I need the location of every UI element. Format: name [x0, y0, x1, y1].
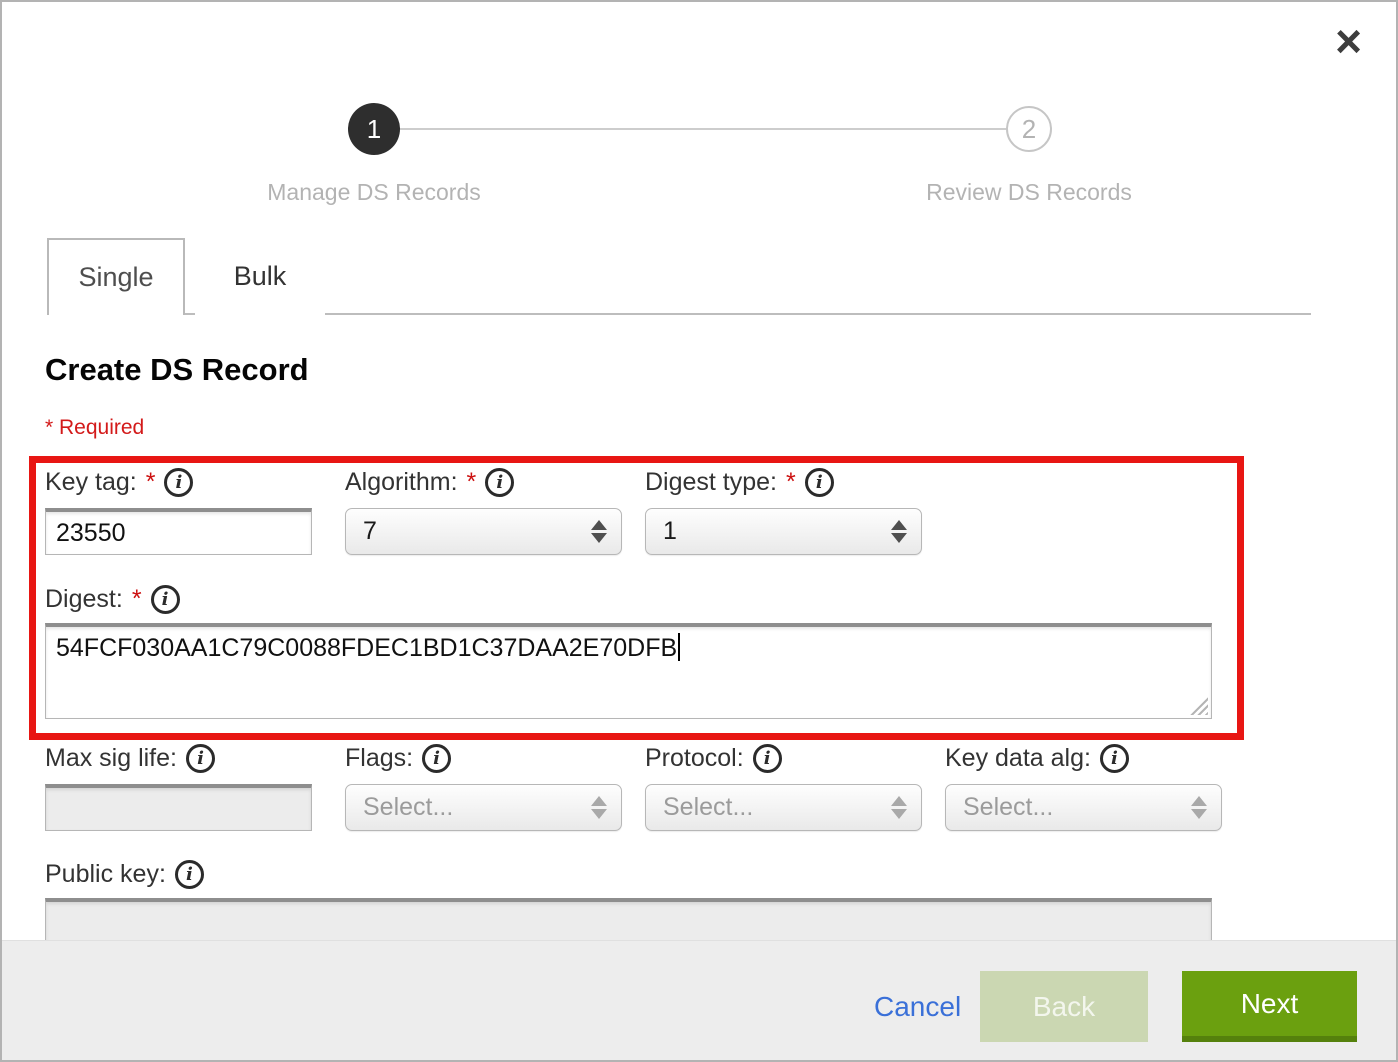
step-2-indicator: 2 [1006, 106, 1052, 152]
info-circle-icon[interactable] [151, 585, 180, 614]
info-circle-icon[interactable] [164, 468, 193, 497]
flags-field: Flags: Select... [345, 744, 622, 831]
info-circle-icon[interactable] [1100, 744, 1129, 773]
select-arrows-icon [891, 517, 907, 546]
digest-label: Digest: [45, 585, 123, 614]
info-circle-icon[interactable] [422, 744, 451, 773]
next-button[interactable]: Next [1182, 971, 1357, 1042]
algorithm-required-asterisk: * [467, 468, 477, 497]
required-note: * Required [45, 416, 144, 440]
key-tag-field: Key tag: * [45, 468, 312, 555]
text-caret [678, 633, 680, 661]
stepper-connector-line [382, 128, 1027, 130]
modal-footer: Cancel Back Next [2, 940, 1396, 1060]
digest-type-selected-value: 1 [663, 517, 677, 546]
protocol-field: Protocol: Select... [645, 744, 922, 831]
step-2-label: Review DS Records [829, 179, 1229, 206]
key-data-alg-label: Key data alg: [945, 744, 1091, 773]
digest-field: Digest: * 54FCF030AA1C79C0088FDEC1BD1C37… [45, 585, 1212, 719]
back-button: Back [980, 971, 1148, 1042]
protocol-select[interactable]: Select... [645, 784, 922, 831]
digest-type-field: Digest type: * 1 [645, 468, 922, 555]
key-data-alg-selected-value: Select... [963, 793, 1053, 822]
create-ds-record-modal: × 1 2 Manage DS Records Review DS Record… [0, 0, 1398, 1062]
select-arrows-icon [591, 517, 607, 546]
info-circle-icon[interactable] [175, 860, 204, 889]
algorithm-field: Algorithm: * 7 [345, 468, 622, 555]
tab-bulk[interactable]: Bulk [195, 238, 325, 315]
public-key-label: Public key: [45, 860, 166, 889]
info-circle-icon[interactable] [186, 744, 215, 773]
algorithm-label: Algorithm: [345, 468, 458, 497]
resize-handle[interactable] [1190, 697, 1208, 715]
protocol-selected-value: Select... [663, 793, 753, 822]
algorithm-selected-value: 7 [363, 517, 377, 546]
key-tag-label: Key tag: [45, 468, 137, 497]
info-circle-icon[interactable] [753, 744, 782, 773]
cancel-button[interactable]: Cancel [874, 991, 961, 1023]
public-key-textarea [45, 898, 1212, 942]
public-key-field: Public key: [45, 860, 1212, 942]
tab-bottom-rule [185, 313, 1311, 315]
max-sig-life-label: Max sig life: [45, 744, 177, 773]
key-tag-input[interactable] [45, 508, 312, 555]
flags-selected-value: Select... [363, 793, 453, 822]
digest-type-label: Digest type: [645, 468, 777, 497]
flags-label: Flags: [345, 744, 413, 773]
step-1-indicator: 1 [348, 103, 400, 155]
close-icon[interactable]: × [1335, 18, 1362, 64]
select-arrows-icon [591, 793, 607, 822]
flags-select[interactable]: Select... [345, 784, 622, 831]
info-circle-icon[interactable] [485, 468, 514, 497]
select-arrows-icon [1191, 793, 1207, 822]
tab-single[interactable]: Single [47, 238, 185, 315]
select-arrows-icon [891, 793, 907, 822]
page-title: Create DS Record [45, 352, 309, 388]
step-1-label: Manage DS Records [174, 179, 574, 206]
info-circle-icon[interactable] [805, 468, 834, 497]
digest-type-select[interactable]: 1 [645, 508, 922, 555]
digest-required-asterisk: * [132, 585, 142, 614]
key-data-alg-field: Key data alg: Select... [945, 744, 1222, 831]
digest-textarea[interactable]: 54FCF030AA1C79C0088FDEC1BD1C37DAA2E70DFB [45, 623, 1212, 719]
protocol-label: Protocol: [645, 744, 744, 773]
key-data-alg-select[interactable]: Select... [945, 784, 1222, 831]
max-sig-life-field: Max sig life: [45, 744, 312, 831]
digest-value: 54FCF030AA1C79C0088FDEC1BD1C37DAA2E70DFB [56, 634, 677, 662]
key-tag-required-asterisk: * [146, 468, 156, 497]
max-sig-life-input [45, 784, 312, 831]
digest-type-required-asterisk: * [786, 468, 796, 497]
algorithm-select[interactable]: 7 [345, 508, 622, 555]
